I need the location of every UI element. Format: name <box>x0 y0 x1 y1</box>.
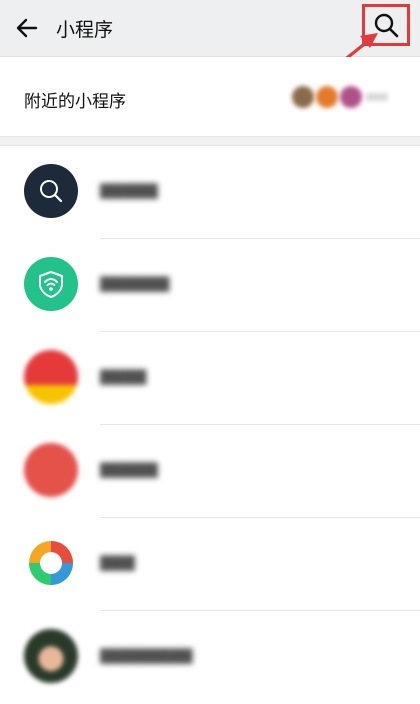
nearby-label: 附近的小程序 <box>24 92 126 111</box>
list-item[interactable]: ▇▇▇▇▇▇ <box>0 239 420 332</box>
list-item[interactable]: ▇▇▇▇▇ <box>0 425 420 518</box>
search-icon <box>40 180 63 203</box>
list-item[interactable]: ▇▇▇▇▇ <box>0 146 420 239</box>
app-name: ▇▇▇ <box>100 554 135 571</box>
avatar <box>24 629 78 683</box>
search-icon <box>374 13 399 38</box>
wifi-shield-icon <box>39 270 63 299</box>
search-button[interactable] <box>362 4 410 46</box>
back-button[interactable] <box>10 11 44 45</box>
app-icon <box>24 350 78 404</box>
nearby-more <box>366 93 388 101</box>
app-name: ▇▇▇▇ <box>100 368 147 385</box>
list-item[interactable]: ▇▇▇ <box>0 518 420 611</box>
list-item[interactable]: ▇▇▇▇▇▇▇▇ <box>0 611 420 704</box>
nearby-thumb <box>316 86 338 108</box>
app-icon <box>24 536 78 590</box>
app-name: ▇▇▇▇▇ <box>100 461 158 478</box>
nearby-thumb <box>292 86 314 108</box>
list-item[interactable]: ▇▇▇▇ <box>0 332 420 425</box>
app-name: ▇▇▇▇▇ <box>100 182 158 199</box>
section-divider <box>0 137 420 146</box>
app-header: 小程序 <box>0 0 420 57</box>
page-title: 小程序 <box>56 20 114 41</box>
nearby-thumbnails <box>292 86 362 110</box>
camera-aperture-icon <box>29 541 73 585</box>
app-icon <box>24 257 78 311</box>
mini-program-list: ▇▇▇▇▇ ▇▇▇▇▇▇ ▇▇▇▇ ▇▇▇▇▇ ▇▇▇ ▇▇▇▇▇▇▇▇ <box>0 146 420 704</box>
app-icon <box>24 164 78 218</box>
arrow-left-icon <box>16 18 38 38</box>
app-name: ▇▇▇▇▇▇▇▇ <box>100 647 193 664</box>
app-icon <box>24 443 78 497</box>
app-name: ▇▇▇▇▇▇ <box>100 275 170 292</box>
nearby-thumb <box>340 86 362 108</box>
